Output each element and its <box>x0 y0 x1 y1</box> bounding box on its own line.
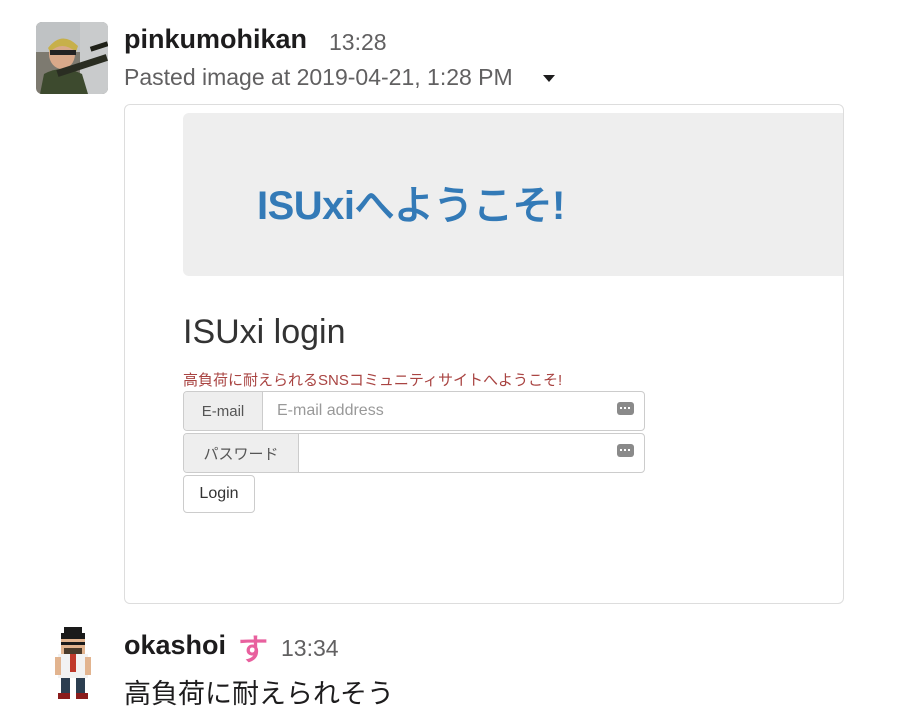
login-tagline: 高負荷に耐えられるSNSコミュニティサイトへようこそ! <box>183 372 563 389</box>
file-meta: Pasted image at 2019-04-21, 1:28 PM <box>124 64 513 90</box>
avatar[interactable] <box>36 22 108 94</box>
avatar-photo <box>36 22 108 94</box>
keyboard-icon[interactable] <box>617 444 634 457</box>
keyboard-icon[interactable] <box>617 402 634 415</box>
jumbotron: ISUxiへようこそ! <box>183 113 843 276</box>
message-author[interactable]: okashoi <box>124 630 226 661</box>
email-field[interactable] <box>263 392 644 430</box>
email-label: E-mail <box>184 392 263 430</box>
login-button[interactable]: Login <box>183 475 255 513</box>
message-author[interactable]: pinkumohikan <box>124 24 307 55</box>
status-emoji[interactable]: す <box>238 625 268 669</box>
message-timestamp[interactable]: 13:34 <box>281 635 339 662</box>
pixel-avatar <box>55 627 91 699</box>
jumbotron-title: ISUxiへようこそ! <box>257 184 565 228</box>
email-input-group: E-mail <box>183 391 645 431</box>
password-label: パスワード <box>184 434 299 472</box>
login-heading: ISUxi login <box>183 313 346 351</box>
password-input-group: パスワード <box>183 433 645 473</box>
message-timestamp[interactable]: 13:28 <box>329 29 387 56</box>
message-text: 高負荷に耐えられそう <box>124 679 394 709</box>
password-field[interactable] <box>299 434 644 472</box>
chevron-down-icon[interactable] <box>543 75 555 82</box>
avatar[interactable] <box>46 626 100 700</box>
image-preview[interactable]: ISUxiへようこそ! ISUxi login 高負荷に耐えられるSNSコミュニ… <box>124 104 844 604</box>
